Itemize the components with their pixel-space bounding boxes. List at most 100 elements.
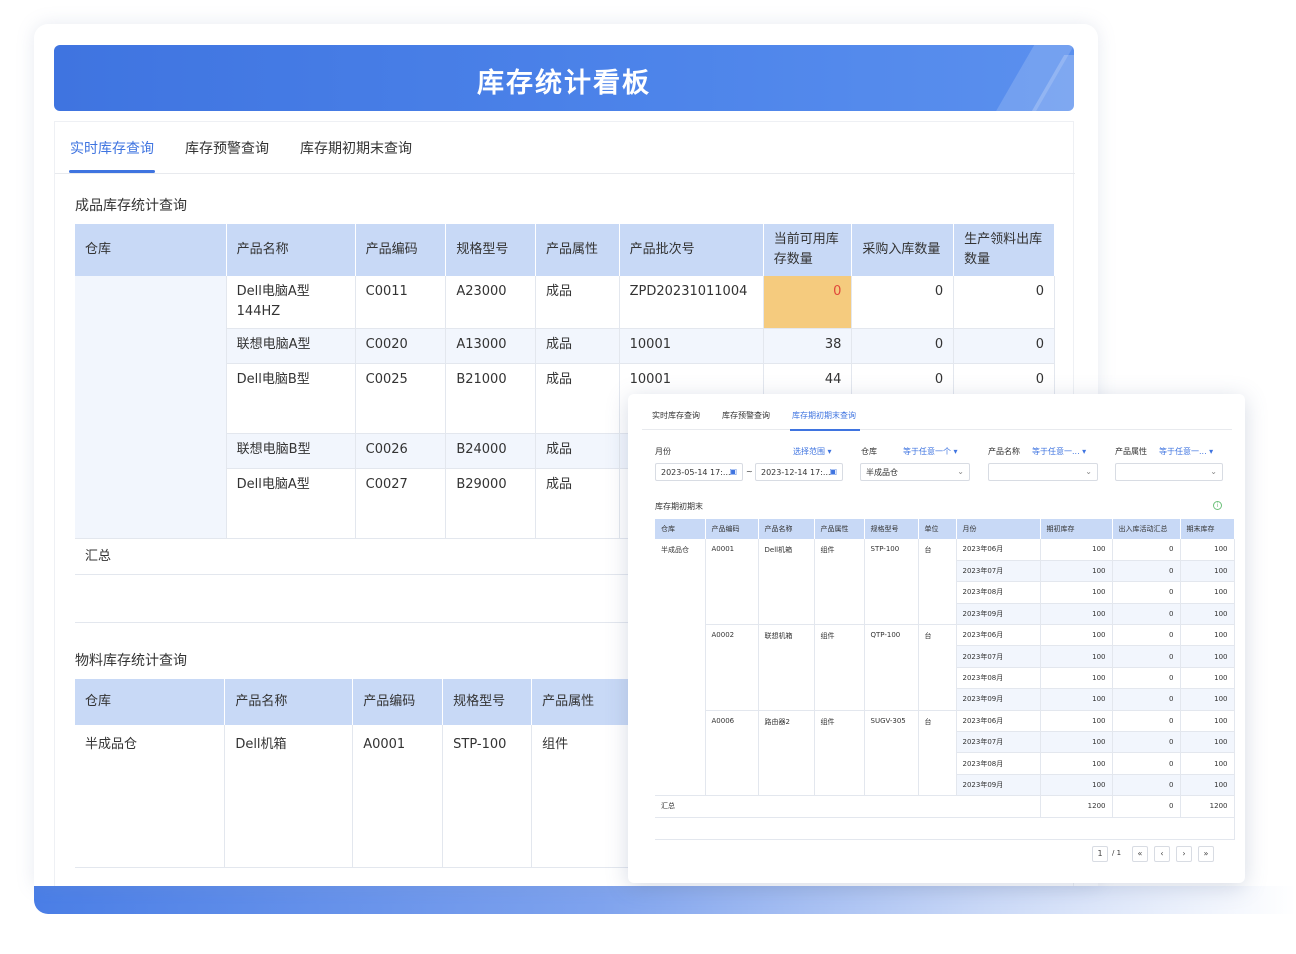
column-header: 产品名称	[226, 224, 356, 276]
table-cell: STP-100	[864, 539, 919, 626]
section-title-material: 物料库存统计查询	[75, 653, 187, 669]
column-header: 产品编码	[355, 224, 447, 276]
tab-realtime[interactable]: 实时库存查询	[70, 138, 154, 158]
table-cell: 成品	[535, 433, 620, 469]
attr-operator[interactable]: 等于任意一... ▾	[1159, 446, 1213, 457]
table-cell: 100	[1040, 688, 1113, 711]
table-cell: 100	[1180, 603, 1235, 626]
spacer-row	[655, 817, 1235, 840]
table-cell: 台	[918, 624, 957, 711]
period-table: 仓库 产品编码 产品名称 产品属性 规格型号 单位 月份 期初库存 出入库活动汇总 期末库存 半成品…	[655, 519, 1235, 840]
table-cell: Dell机箱	[224, 725, 354, 868]
table-row: A0002 联想机箱 组件 QTP-100 台 2023年06月 100 0 100	[655, 624, 1235, 711]
table-row: Dell电脑A型 144HZ C0011 A23000 成品 ZPD20231011004…	[75, 276, 1055, 539]
overlay-tab-period[interactable]: 库存期初期末查询	[792, 410, 856, 421]
table-cell: QTP-100	[864, 624, 919, 711]
last-page-icon[interactable]: »	[1198, 846, 1214, 862]
table-cell: 100	[1180, 731, 1235, 754]
active-tab-indicator	[69, 170, 155, 173]
table-cell: A0001	[705, 539, 759, 626]
column-header: 产品属性	[814, 519, 865, 539]
table-cell: 2023年07月	[956, 645, 1041, 668]
page-number-input[interactable]: 1	[1092, 846, 1108, 862]
column-header: 产品名称	[224, 679, 354, 725]
tab-warning[interactable]: 库存预警查询	[185, 138, 269, 158]
chevron-down-icon: ⌄	[957, 467, 964, 476]
info-icon[interactable]: i	[1213, 501, 1222, 510]
warehouse-select[interactable]: 半成品仓 ⌄	[860, 463, 970, 481]
column-header: 产品编码	[352, 679, 444, 725]
table-cell: 2023年07月	[956, 731, 1041, 754]
attr-label: 产品属性	[1115, 447, 1147, 456]
table-cell: 0	[851, 276, 955, 329]
table-cell: SUGV-305	[864, 710, 919, 797]
column-header: 期末库存	[1180, 519, 1235, 539]
chevron-down-icon: ⌄	[1210, 467, 1217, 476]
table-cell: C0011	[355, 276, 447, 329]
table-cell: 0	[1112, 560, 1181, 583]
next-page-icon[interactable]: ›	[1176, 846, 1192, 862]
total-cell: 1200	[1040, 795, 1113, 818]
table-cell: 成品	[535, 468, 620, 539]
column-header: 规格型号	[442, 679, 533, 725]
overlay-section-title: 库存期初期末	[655, 502, 703, 511]
table-cell: 2023年09月	[956, 688, 1041, 711]
table-cell: A13000	[445, 328, 536, 364]
range-select[interactable]: 选择范围 ▾	[793, 446, 832, 457]
period-query-card: 实时库存查询 库存预警查询 库存期初期末查询 月份 选择范围 ▾ 2023-05…	[628, 394, 1245, 883]
table-cell: 2023年09月	[956, 774, 1041, 797]
column-header: 出入库活动汇总	[1112, 519, 1181, 539]
table-cell: STP-100	[442, 725, 533, 868]
column-header: 产品编码	[705, 519, 759, 539]
warehouse-operator[interactable]: 等于任意一个 ▾	[903, 446, 958, 457]
table-cell: 成品	[535, 363, 620, 434]
table-cell: 0	[1112, 710, 1181, 733]
table-cell: A0001	[352, 725, 444, 868]
table-cell: 100	[1040, 581, 1113, 604]
column-header: 产品属性	[531, 679, 635, 725]
section-title-finished: 成品库存统计查询	[75, 198, 187, 214]
table-cell: 2023年07月	[956, 560, 1041, 583]
table-cell: 0	[953, 276, 1055, 329]
first-page-icon[interactable]: «	[1132, 846, 1148, 862]
column-header: 仓库	[75, 679, 226, 725]
product-select[interactable]: ⌄	[988, 463, 1098, 481]
total-cell: 1200	[1180, 795, 1235, 818]
table-cell: 100	[1180, 774, 1235, 797]
page-title: 库存统计看板	[477, 68, 651, 99]
column-header: 产品属性	[535, 224, 620, 276]
table-cell: 100	[1040, 667, 1113, 690]
attr-select[interactable]: ⌄	[1115, 463, 1223, 481]
table-cell: 0	[1112, 645, 1181, 668]
table-cell: 0	[1112, 624, 1181, 647]
table-cell: 0	[953, 328, 1055, 364]
table-cell: 成品	[535, 276, 620, 329]
total-row: 汇总 1200 0 1200	[655, 795, 1235, 818]
table-cell: Dell机箱	[758, 539, 815, 626]
prev-page-icon[interactable]: ‹	[1154, 846, 1170, 862]
table-cell: A0006	[705, 710, 759, 797]
table-cell: 100	[1040, 752, 1113, 775]
table-cell: 100	[1040, 645, 1113, 668]
page-total: / 1	[1112, 849, 1122, 857]
date-from-input[interactable]: 2023-05-14 17:... ▣	[655, 463, 743, 481]
table-header-row: 仓库 产品名称 产品编码 规格型号 产品属性 产品批次号 当前可用库 存数量 采购入库数量 生产领…	[75, 224, 1055, 276]
tab-period[interactable]: 库存期初期末查询	[300, 138, 412, 158]
overlay-tab-warning[interactable]: 库存预警查询	[722, 410, 770, 421]
table-cell: B21000	[445, 363, 536, 434]
date-to-input[interactable]: 2023-12-14 17:... ▣	[755, 463, 843, 481]
table-cell: 100	[1040, 710, 1113, 733]
table-cell: 2023年09月	[956, 603, 1041, 626]
table-cell: 100	[1040, 731, 1113, 754]
total-cell: 0	[1112, 795, 1181, 818]
column-header: 当前可用库 存数量	[763, 224, 853, 276]
overlay-tab-realtime[interactable]: 实时库存查询	[652, 410, 700, 421]
table-cell: 100	[1040, 560, 1113, 583]
table-cell: 100	[1180, 645, 1235, 668]
table-cell: 100	[1040, 774, 1113, 797]
table-cell: B29000	[445, 468, 536, 539]
table-row: 半成品仓 A0001 Dell机箱 组件 STP-100 台 2023年06月 100 0 100	[655, 539, 1235, 797]
table-cell: 100	[1040, 539, 1113, 561]
table-cell: 半成品仓	[75, 725, 226, 868]
product-operator[interactable]: 等于任意一... ▾	[1032, 446, 1086, 457]
